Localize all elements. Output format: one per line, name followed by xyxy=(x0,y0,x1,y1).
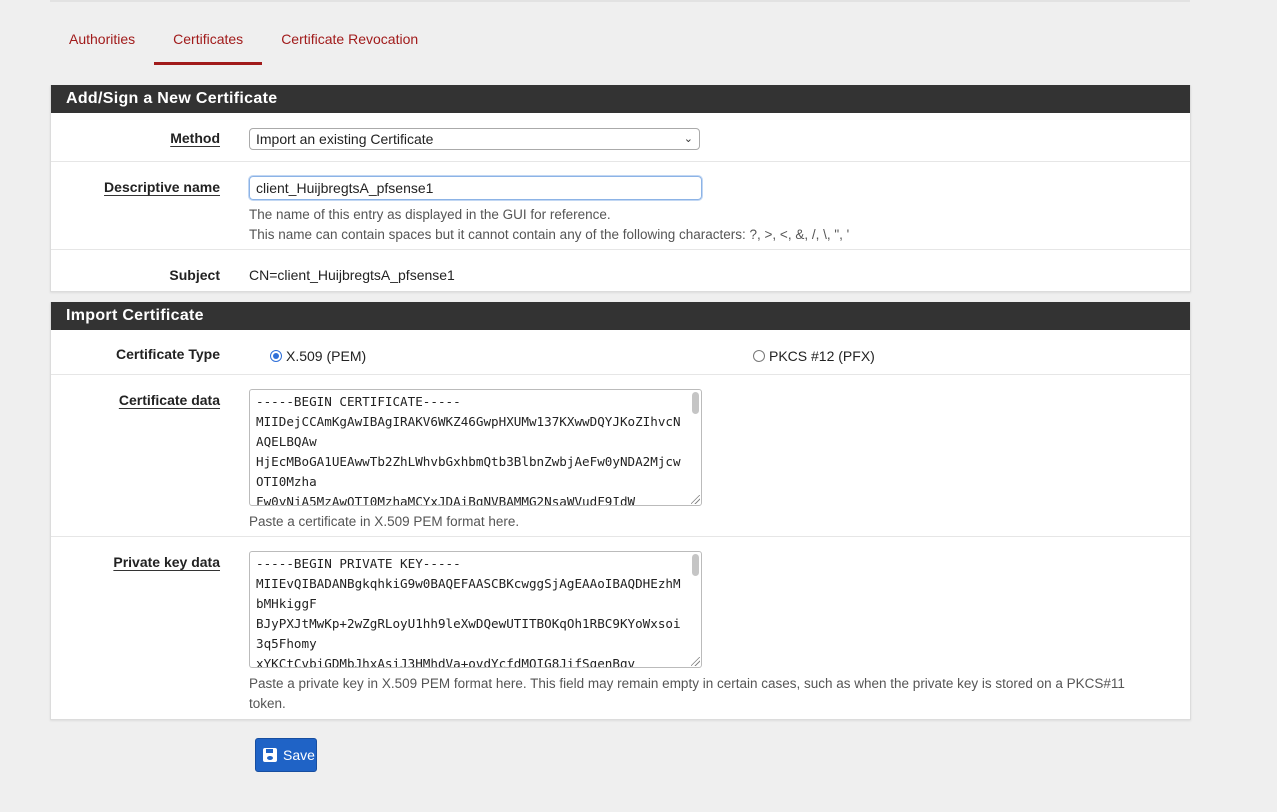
certificate-data-text: -----BEGIN CERTIFICATE----- MIIDejCCAmKg… xyxy=(256,394,681,506)
private-key-text: -----BEGIN PRIVATE KEY----- MIIEvQIBADAN… xyxy=(256,556,681,668)
radio-x509-label: X.509 (PEM) xyxy=(286,348,367,364)
chevron-down-icon: ⌄ xyxy=(683,133,693,145)
tab-certificates[interactable]: Certificates xyxy=(154,18,263,65)
import-certificate-panel: Import Certificate Certificate Type X.50… xyxy=(50,302,1191,720)
certificate-type-row: Certificate Type X.509 (PEM) PKCS #12 (P… xyxy=(51,330,1190,374)
tab-certificate-revocation[interactable]: Certificate Revocation xyxy=(262,18,437,65)
certificate-data-textarea[interactable]: -----BEGIN CERTIFICATE----- MIIDejCCAmKg… xyxy=(249,389,702,506)
private-key-help: Paste a private key in X.509 PEM format … xyxy=(249,676,1125,711)
tab-authorities[interactable]: Authorities xyxy=(50,18,154,65)
private-key-label: Private key data xyxy=(113,554,220,570)
certificate-data-row: Certificate data -----BEGIN CERTIFICATE-… xyxy=(51,374,1190,536)
save-label: Save xyxy=(283,747,315,763)
radio-unchecked-icon xyxy=(753,350,765,362)
resize-handle-icon[interactable] xyxy=(691,657,700,666)
private-key-row: Private key data -----BEGIN PRIVATE KEY-… xyxy=(51,536,1190,719)
descriptive-name-label: Descriptive name xyxy=(104,179,220,195)
save-button[interactable]: Save xyxy=(255,738,317,772)
method-label: Method xyxy=(170,130,220,146)
descriptive-name-help-2: This name can contain spaces but it cann… xyxy=(249,227,850,242)
descriptive-name-field: client_HuijbregtsA_pfsense1 The name of … xyxy=(249,176,849,245)
panel-heading-add: Add/Sign a New Certificate xyxy=(51,85,1190,113)
subject-label: Subject xyxy=(169,267,220,283)
add-certificate-panel: Add/Sign a New Certificate Method Import… xyxy=(50,85,1191,292)
descriptive-name-row: Descriptive name client_HuijbregtsA_pfse… xyxy=(51,161,1190,249)
scrollbar-thumb[interactable] xyxy=(692,392,699,414)
tab-bar: Authorities Certificates Certificate Rev… xyxy=(50,18,437,65)
descriptive-name-help-1: The name of this entry as displayed in t… xyxy=(249,207,611,222)
method-field: Import an existing Certificate ⌄ xyxy=(249,128,700,150)
radio-checked-icon xyxy=(270,350,282,362)
private-key-textarea[interactable]: -----BEGIN PRIVATE KEY----- MIIEvQIBADAN… xyxy=(249,551,702,668)
radio-x509[interactable]: X.509 (PEM) xyxy=(270,348,366,364)
subject-row: Subject CN=client_HuijbregtsA_pfsense1 xyxy=(51,249,1190,292)
certificate-data-field: -----BEGIN CERTIFICATE----- MIIDejCCAmKg… xyxy=(249,389,702,532)
subject-value: CN=client_HuijbregtsA_pfsense1 xyxy=(249,267,455,283)
resize-handle-icon[interactable] xyxy=(691,495,700,504)
radio-pkcs12-label: PKCS #12 (PFX) xyxy=(769,348,875,364)
certificate-type-label: Certificate Type xyxy=(116,346,220,362)
method-row: Method Import an existing Certificate ⌄ xyxy=(51,113,1190,161)
private-key-field: -----BEGIN PRIVATE KEY----- MIIEvQIBADAN… xyxy=(249,551,1159,714)
method-value: Import an existing Certificate xyxy=(256,131,434,147)
panel-heading-import: Import Certificate xyxy=(51,302,1190,330)
certificate-data-label: Certificate data xyxy=(118,392,220,408)
method-select[interactable]: Import an existing Certificate ⌄ xyxy=(249,128,700,150)
descriptive-name-input[interactable]: client_HuijbregtsA_pfsense1 xyxy=(249,176,702,200)
radio-pkcs12[interactable]: PKCS #12 (PFX) xyxy=(753,348,875,364)
top-divider xyxy=(50,0,1190,2)
floppy-disk-icon xyxy=(263,748,277,762)
scrollbar-thumb[interactable] xyxy=(692,554,699,576)
certificate-data-help: Paste a certificate in X.509 PEM format … xyxy=(249,514,520,529)
